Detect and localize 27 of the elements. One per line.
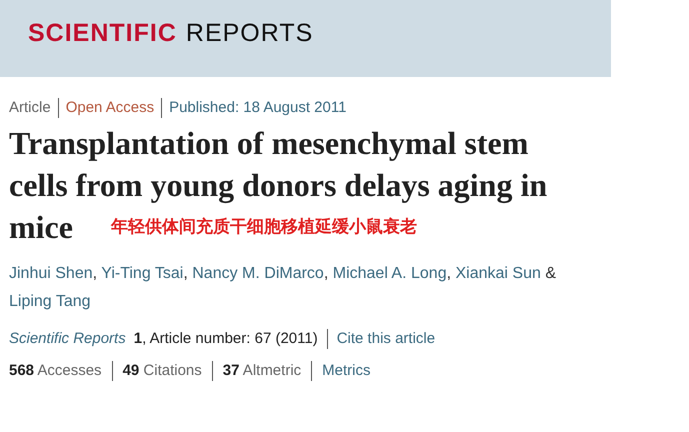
title-line: cells from young donors delays aging in (9, 166, 548, 206)
open-access-label: Open Access (66, 98, 154, 118)
title-line: mice (9, 208, 73, 246)
author-link[interactable]: Liping Tang (9, 292, 91, 310)
article-type: Article (9, 98, 51, 118)
cite-link[interactable]: Cite this article (336, 328, 436, 350)
author-link[interactable]: Xiankai Sun (456, 264, 541, 282)
author-separator: , (324, 264, 328, 282)
author-separator: , (446, 264, 452, 282)
author-separator: , (183, 264, 188, 282)
metric-text: 568 Accesses (9, 361, 102, 381)
article-number: , Article number: 67 (2011) (142, 328, 318, 348)
title-line: Transplantation of mesenchymal stem (9, 124, 528, 163)
author-separator: , (92, 264, 98, 282)
author-link[interactable]: Jinhui Shen (9, 264, 93, 282)
author-separator: & (544, 264, 556, 282)
journal-logo[interactable]: SCIENTIFIC REPORTS (28, 14, 314, 52)
journal-name[interactable]: Scientific Reports (9, 328, 126, 350)
metric-text: 49 Citations (122, 361, 202, 381)
metrics-link[interactable]: Metrics (322, 360, 370, 382)
author-link[interactable]: Nancy M. DiMarco (192, 264, 324, 282)
publish-date: Published: 18 August 2011 (169, 98, 346, 118)
metric-text: 37 Altmetric (222, 361, 302, 381)
author-link[interactable]: Yi-Ting Tsai (101, 264, 184, 282)
chinese-annotation: 年轻供体间充质干细胞移植延缓小鼠衰老 (110, 216, 417, 238)
volume-number: 1 (134, 328, 142, 348)
author-link[interactable]: Michael A. Long (332, 264, 447, 282)
